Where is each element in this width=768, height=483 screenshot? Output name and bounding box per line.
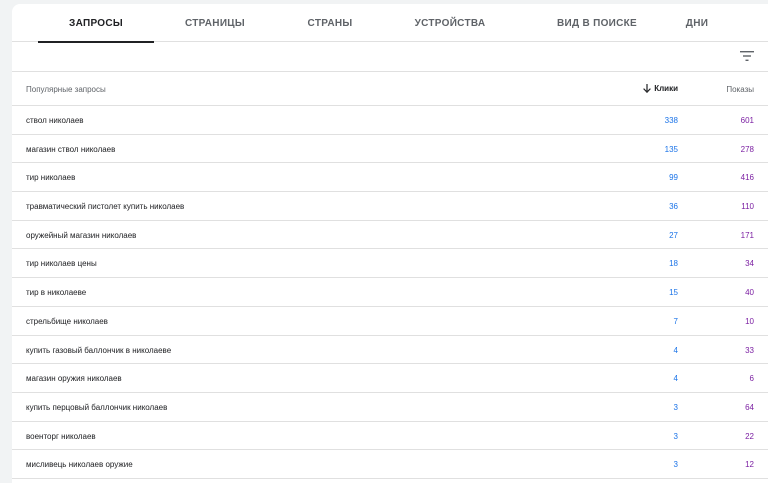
table-row[interactable]: магазин оружия николаев 4 6 (12, 364, 768, 393)
tab-queries[interactable]: ЗАПРОСЫ (38, 4, 154, 43)
impressions-cell: 416 (740, 173, 754, 183)
arrow-down-icon (643, 84, 652, 93)
impressions-cell: 22 (745, 431, 754, 441)
query-cell[interactable]: оружейный магазин николаев (26, 231, 136, 240)
clicks-cell: 135 (664, 144, 678, 154)
query-cell[interactable]: тир николаев цены (26, 259, 97, 268)
query-cell[interactable]: купить перцовый баллончик николаев (26, 403, 167, 412)
table-row[interactable]: тир николаев цены 18 34 (12, 249, 768, 279)
clicks-cell: 99 (669, 173, 678, 183)
clicks-cell: 4 (673, 345, 678, 355)
clicks-cell: 4 (673, 374, 678, 384)
tab-dates[interactable]: ДНИ (672, 4, 722, 42)
table-row[interactable]: купить газовый баллончик в николаеве 4 33 (12, 336, 768, 365)
query-cell[interactable]: стрельбище николаев (26, 317, 108, 326)
table-row[interactable]: тир в николаеве 15 40 (12, 278, 768, 307)
query-cell[interactable]: военторг николаев (26, 432, 96, 441)
table-row[interactable]: травматический пистолет купить николаев 3… (12, 192, 768, 221)
filter-list-icon[interactable] (740, 50, 754, 62)
tab-bar: ЗАПРОСЫ СТРАНИЦЫ СТРАНЫ УСТРОЙСТВА ВИД В… (12, 4, 768, 43)
table-row[interactable]: оружейный магазин николаев 27 171 (12, 221, 768, 250)
impressions-cell: 40 (745, 288, 754, 298)
impressions-cell: 6 (749, 374, 754, 384)
table-row[interactable]: тир николаев 99 416 (12, 163, 768, 193)
query-cell[interactable]: тир николаев (26, 173, 75, 182)
clicks-cell: 18 (669, 259, 678, 269)
clicks-cell: 3 (673, 431, 678, 441)
header-query: Популярные запросы (26, 85, 106, 94)
impressions-cell: 33 (745, 345, 754, 355)
header-clicks-label: Клики (654, 84, 678, 93)
table-toolbar (12, 42, 768, 72)
clicks-cell: 338 (664, 116, 678, 125)
query-cell[interactable]: магазин оружия николаев (26, 374, 122, 383)
table-row[interactable]: мисливець николаев оружие 3 12 (12, 450, 768, 479)
clicks-cell: 15 (669, 288, 678, 298)
table-body: ствол николаев 338 601 магазин ствол никола… (12, 106, 768, 479)
tab-pages[interactable]: СТРАНИЦЫ (162, 4, 268, 42)
table-row[interactable]: купить перцовый баллончик николаев 3 64 (12, 393, 768, 422)
query-cell[interactable]: ствол николаев (26, 116, 84, 125)
clicks-cell: 3 (673, 460, 678, 470)
impressions-cell: 278 (740, 144, 754, 154)
query-cell[interactable]: магазин ствол николаев (26, 145, 115, 154)
table-header: Популярные запросы Клики Показы (12, 72, 768, 106)
impressions-cell: 601 (740, 116, 754, 125)
tab-search-appearance[interactable]: ВИД В ПОИСКЕ (532, 4, 662, 42)
query-cell[interactable]: тир в николаеве (26, 288, 86, 297)
performance-card: ЗАПРОСЫ СТРАНИЦЫ СТРАНЫ УСТРОЙСТВА ВИД В… (12, 4, 768, 483)
tab-devices[interactable]: УСТРОЙСТВА (392, 4, 508, 42)
header-impressions[interactable]: Показы (726, 85, 754, 94)
tab-countries[interactable]: СТРАНЫ (282, 4, 378, 42)
impressions-cell: 12 (745, 460, 754, 470)
clicks-cell: 7 (673, 316, 678, 326)
impressions-cell: 10 (745, 316, 754, 326)
table-row[interactable]: военторг николаев 3 22 (12, 422, 768, 451)
impressions-cell: 171 (740, 230, 754, 240)
table-row[interactable]: стрельбище николаев 7 10 (12, 307, 768, 336)
impressions-cell: 34 (745, 259, 754, 269)
query-cell[interactable]: мисливець николаев оружие (26, 460, 133, 469)
header-clicks[interactable]: Клики (643, 84, 678, 93)
query-cell[interactable]: травматический пистолет купить николаев (26, 202, 184, 211)
clicks-cell: 3 (673, 402, 678, 412)
query-cell[interactable]: купить газовый баллончик в николаеве (26, 346, 171, 355)
impressions-cell: 110 (741, 202, 754, 212)
impressions-cell: 64 (745, 402, 754, 412)
table-row[interactable]: ствол николаев 338 601 (12, 106, 768, 135)
table-row[interactable]: магазин ствол николаев 135 278 (12, 135, 768, 164)
clicks-cell: 36 (669, 202, 678, 212)
clicks-cell: 27 (669, 230, 678, 240)
